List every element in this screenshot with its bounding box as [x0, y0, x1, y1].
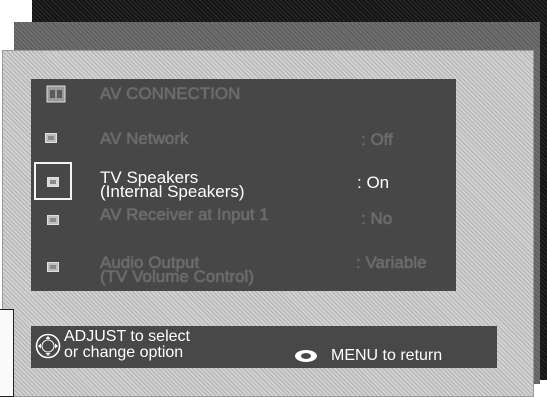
menu-button-icon: [295, 350, 317, 362]
menu-square-icon: [45, 133, 57, 143]
menu-return-hint: MENU to return: [331, 347, 443, 364]
dpad-icon: [35, 333, 61, 359]
adjust-hint-line2: or change option: [64, 344, 184, 361]
menu-item-audio-output-sub: (TV Volume Control): [100, 267, 254, 286]
av-network-value: : Off: [361, 130, 393, 149]
av-receiver-value: : No: [361, 209, 393, 228]
tv-speakers-value: : On: [357, 173, 390, 192]
menu-square-icon: [47, 262, 59, 272]
tv-screen: AV CONNECTION AV Network : Off TV Speake…: [0, 0, 547, 397]
speaker-icon: [46, 85, 66, 103]
menu-item-tv-speakers-sub: (Internal Speakers): [100, 182, 245, 201]
menu-header-title: AV CONNECTION: [100, 84, 241, 103]
audio-output-value: : Variable: [356, 253, 427, 272]
side-frame: [0, 309, 14, 397]
adjust-hint-line1: ADJUST to select: [64, 328, 190, 345]
menu-square-icon: [47, 215, 59, 225]
menu-square-icon: [47, 177, 59, 187]
menu-item-av-network[interactable]: AV Network: [100, 130, 189, 147]
menu-item-av-receiver[interactable]: AV Receiver at Input 1: [100, 206, 269, 223]
